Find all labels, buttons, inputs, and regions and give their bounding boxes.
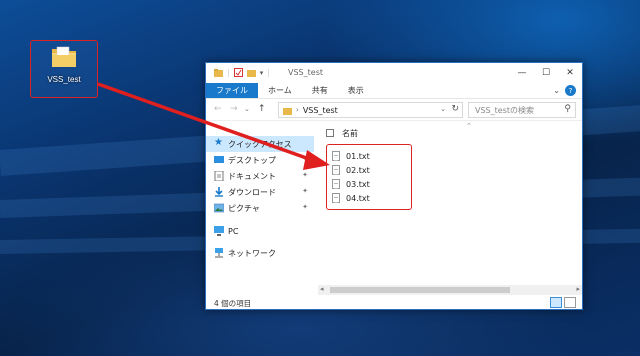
scroll-right-icon[interactable]: ▸ bbox=[576, 285, 580, 293]
file-row[interactable]: 02.txt bbox=[332, 163, 370, 177]
address-dropdown-icon[interactable]: ⌄ bbox=[440, 105, 446, 113]
download-icon bbox=[215, 187, 223, 197]
sidebar-item-pc[interactable]: PC bbox=[206, 223, 314, 239]
sidebar-item-label: ネットワーク bbox=[228, 248, 276, 258]
search-input[interactable]: VSS_testの検索 ⚲ bbox=[468, 102, 576, 118]
quick-access-toolbar: | ▾ | bbox=[214, 68, 270, 77]
recent-locations-button[interactable]: ⌄ bbox=[244, 105, 250, 113]
new-folder-icon[interactable] bbox=[246, 68, 256, 77]
status-bar: 4 個の項目 bbox=[206, 296, 582, 310]
navigation-bar: ← → ⌄ ↑ › VSS_test ⌄ ↻ VSS_testの検索 ⚲ bbox=[206, 99, 582, 121]
breadcrumb-separator-icon: › bbox=[296, 106, 299, 114]
folder-icon bbox=[214, 69, 223, 77]
search-icon: ⚲ bbox=[564, 104, 571, 114]
forward-button[interactable]: → bbox=[230, 104, 238, 114]
chevron-down-icon[interactable]: ▾ bbox=[260, 69, 264, 77]
sidebar-item-network[interactable]: ネットワーク bbox=[206, 245, 314, 261]
desktop-folder-vss-test[interactable]: VSS_test bbox=[30, 40, 98, 98]
text-file-icon bbox=[332, 193, 340, 203]
text-file-icon bbox=[332, 151, 340, 161]
ribbon-expand-icon[interactable]: ⌄ bbox=[553, 86, 560, 95]
file-name: 01.txt bbox=[346, 151, 370, 161]
sidebar-item-label: ドキュメント bbox=[228, 171, 276, 181]
help-icon[interactable]: ? bbox=[565, 85, 576, 96]
folder-icon bbox=[52, 46, 76, 67]
view-toggle bbox=[550, 297, 576, 308]
pin-icon[interactable]: ✦ bbox=[302, 187, 308, 195]
tab-home[interactable]: ホーム bbox=[258, 83, 302, 98]
text-file-icon bbox=[332, 179, 340, 189]
horizontal-scrollbar[interactable]: ◂ ▸ bbox=[318, 285, 582, 295]
network-icon bbox=[215, 248, 223, 258]
pin-icon[interactable]: ✦ bbox=[302, 203, 308, 211]
file-name: 04.txt bbox=[346, 193, 370, 203]
scrollbar-thumb[interactable] bbox=[330, 287, 510, 293]
details-view-icon[interactable] bbox=[550, 297, 562, 308]
tab-view[interactable]: 表示 bbox=[338, 83, 374, 98]
window-title: VSS_test bbox=[288, 68, 323, 77]
file-name: 02.txt bbox=[346, 165, 370, 175]
sidebar-item-desktop[interactable]: デスクトップ ✦ bbox=[206, 152, 314, 168]
pin-icon[interactable]: ✦ bbox=[302, 171, 308, 179]
up-button[interactable]: ↑ bbox=[258, 104, 266, 114]
desktop-folder-label: VSS_test bbox=[47, 75, 81, 84]
pin-icon[interactable]: ✦ bbox=[302, 155, 308, 163]
explorer-window: | ▾ | VSS_test — ☐ ✕ ファイル ホーム 共有 表示 ⌄ ? … bbox=[205, 62, 583, 310]
close-button[interactable]: ✕ bbox=[558, 63, 582, 83]
sidebar-item-quick-access[interactable]: ★ クイックアクセス bbox=[206, 136, 314, 152]
file-name: 03.txt bbox=[346, 179, 370, 189]
sidebar-item-pictures[interactable]: ピクチャ ✦ bbox=[206, 200, 314, 216]
tab-share[interactable]: 共有 bbox=[302, 83, 338, 98]
address-bar[interactable]: › VSS_test ⌄ ↻ bbox=[278, 102, 463, 118]
navigation-pane: ★ クイックアクセス デスクトップ ✦ ドキュメント ✦ ダウンロード ✦ ピク… bbox=[206, 122, 314, 294]
select-all-checkbox[interactable] bbox=[326, 129, 334, 137]
search-placeholder: VSS_testの検索 bbox=[475, 105, 534, 115]
column-header-name[interactable]: 名前 bbox=[342, 128, 358, 139]
sidebar-item-label: ピクチャ bbox=[228, 203, 260, 213]
tab-file[interactable]: ファイル bbox=[206, 83, 258, 98]
folder-icon bbox=[283, 107, 292, 115]
pc-icon bbox=[214, 226, 224, 236]
title-bar: | ▾ | VSS_test — ☐ ✕ bbox=[206, 63, 582, 83]
large-icons-view-icon[interactable] bbox=[564, 297, 576, 308]
back-button[interactable]: ← bbox=[214, 104, 222, 114]
column-header: 名前 ⌃ bbox=[318, 122, 582, 142]
sidebar-item-label: PC bbox=[228, 226, 239, 236]
sidebar-item-documents[interactable]: ドキュメント ✦ bbox=[206, 168, 314, 184]
sort-caret-icon: ⌃ bbox=[466, 122, 472, 130]
toolbar-divider: | bbox=[227, 68, 230, 77]
minimize-button[interactable]: — bbox=[510, 63, 534, 83]
breadcrumb-current[interactable]: VSS_test bbox=[303, 106, 338, 115]
text-file-icon bbox=[332, 165, 340, 175]
sidebar-item-label: ダウンロード bbox=[228, 187, 276, 197]
picture-icon bbox=[214, 203, 224, 213]
file-row[interactable]: 03.txt bbox=[332, 177, 370, 191]
item-count: 4 個の項目 bbox=[214, 298, 252, 308]
refresh-icon[interactable]: ↻ bbox=[451, 104, 459, 114]
sidebar-item-downloads[interactable]: ダウンロード ✦ bbox=[206, 184, 314, 200]
file-list-pane: 名前 ⌃ 01.txt 02.txt 03.txt 04.txt bbox=[318, 122, 582, 294]
star-icon: ★ bbox=[214, 137, 223, 148]
maximize-button[interactable]: ☐ bbox=[534, 63, 558, 83]
sidebar-item-label: クイックアクセス bbox=[228, 139, 292, 149]
scroll-left-icon[interactable]: ◂ bbox=[320, 285, 324, 293]
desktop-icon bbox=[214, 156, 224, 163]
file-row[interactable]: 01.txt bbox=[332, 149, 370, 163]
toolbar-divider: | bbox=[267, 68, 270, 77]
window-controls: — ☐ ✕ bbox=[510, 63, 582, 83]
ribbon-tabs: ファイル ホーム 共有 表示 ⌄ ? bbox=[206, 83, 582, 99]
file-row[interactable]: 04.txt bbox=[332, 191, 370, 205]
properties-icon[interactable] bbox=[233, 68, 243, 77]
document-icon bbox=[214, 171, 224, 181]
sidebar-item-label: デスクトップ bbox=[228, 155, 276, 165]
